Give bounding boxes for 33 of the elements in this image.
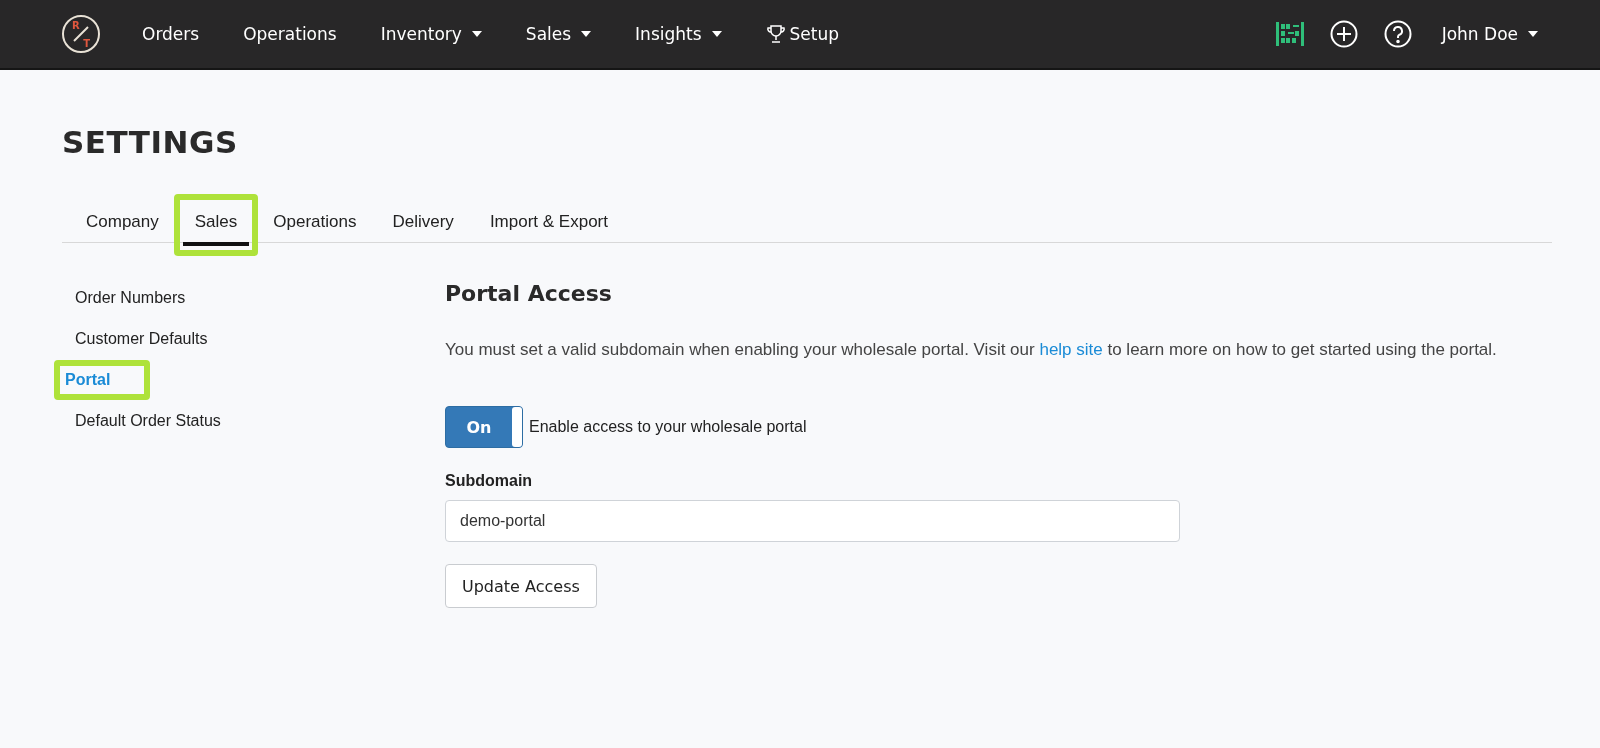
settings-tab[interactable]: Sales bbox=[182, 200, 250, 246]
description-text: You must set a valid subdomain when enabling your wholesale portal. Visit our help site to learn more on how to get started using the portal. bbox=[445, 339, 1498, 361]
sidebar-item[interactable]: Customer Defaults bbox=[62, 328, 445, 350]
sidebar-item[interactable]: Default Order Status bbox=[62, 410, 445, 432]
logo[interactable]: R T bbox=[62, 15, 100, 53]
nav-link[interactable]: Operations bbox=[243, 24, 337, 44]
sidebar-item[interactable]: Order Numbers bbox=[62, 287, 445, 309]
settings-tab[interactable]: Operations bbox=[261, 200, 369, 246]
caret-icon bbox=[711, 31, 722, 37]
nav-menu[interactable]: Inventory bbox=[380, 24, 482, 44]
settings-tab[interactable]: Company bbox=[74, 200, 171, 246]
help-link[interactable]: help site bbox=[1039, 340, 1103, 359]
trophy-icon bbox=[765, 24, 786, 44]
nav-menu[interactable]: Sales bbox=[525, 24, 592, 44]
help-icon[interactable] bbox=[1383, 20, 1412, 48]
nav-link[interactable]: Orders bbox=[142, 24, 200, 44]
add-icon[interactable] bbox=[1329, 20, 1358, 48]
caret-icon bbox=[581, 31, 592, 37]
update-access-button[interactable]: Update Access bbox=[445, 564, 597, 608]
nav-link[interactable]: Setup bbox=[765, 24, 840, 44]
toggle-label: Enable access to your wholesale portal bbox=[529, 418, 807, 436]
page-title: SETTINGS bbox=[62, 124, 239, 160]
settings-tab[interactable]: Import & Export bbox=[477, 200, 620, 246]
user-menu[interactable]: John Doe bbox=[1441, 24, 1538, 44]
abacus-icon[interactable] bbox=[1275, 22, 1304, 46]
caret-icon bbox=[1528, 31, 1538, 37]
field-label: Subdomain bbox=[445, 472, 534, 490]
nav-menu[interactable]: Insights bbox=[635, 24, 722, 44]
caret-icon bbox=[471, 31, 482, 37]
settings-tab[interactable]: Delivery bbox=[380, 200, 466, 246]
toggle-switch[interactable]: On bbox=[445, 406, 523, 448]
section-title: Portal Access bbox=[445, 281, 613, 306]
subdomain-field[interactable]: demo-portal bbox=[445, 500, 1180, 542]
